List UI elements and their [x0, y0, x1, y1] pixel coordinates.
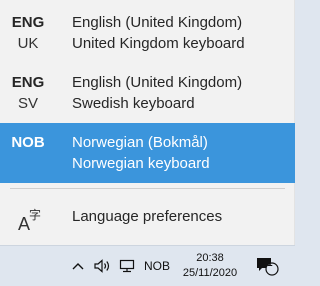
keyboard-code: SV: [17, 95, 38, 112]
language-preferences-link[interactable]: A 字 Language preferences: [0, 192, 295, 242]
taskbar: NOB 20:38 25/11/2020 1: [0, 245, 295, 285]
clock-date: 25/11/2020: [182, 267, 238, 279]
language-code: ENG: [11, 14, 45, 31]
language-name: Norwegian (Bokmål): [72, 134, 208, 151]
language-code: ENG: [11, 74, 45, 91]
action-center-button[interactable]: 1: [252, 246, 282, 286]
show-hidden-icons-chevron-icon[interactable]: [70, 246, 86, 286]
divider: [10, 188, 285, 189]
language-name: English (United Kingdom): [72, 14, 243, 31]
language-name: English (United Kingdom): [72, 74, 243, 91]
svg-text:字: 字: [29, 207, 41, 222]
language-option-nob[interactable]: NOB Norwegian (Bokmål) Norwegian keyboar…: [0, 123, 295, 183]
volume-icon[interactable]: [92, 246, 114, 286]
language-settings-icon: A 字: [18, 207, 41, 234]
keyboard-code: UK: [17, 35, 39, 52]
notification-count: 1: [267, 258, 273, 269]
keyboard-name: Swedish keyboard: [72, 95, 195, 112]
network-icon[interactable]: [117, 246, 139, 286]
clock-time: 20:38: [196, 252, 224, 264]
speaker-icon: [94, 259, 110, 273]
clock[interactable]: 20:38 25/11/2020: [175, 246, 245, 286]
language-option-eng-uk[interactable]: ENG UK English (United Kingdom) United K…: [0, 0, 295, 60]
language-code: NOB: [11, 134, 45, 151]
keyboard-name: Norwegian keyboard: [72, 155, 210, 172]
chevron-up-icon: [72, 263, 84, 270]
keyboard-name: United Kingdom keyboard: [72, 35, 245, 52]
language-flyout: ENG UK English (United Kingdom) United K…: [0, 0, 295, 245]
language-option-eng-sv[interactable]: ENG SV English (United Kingdom) Swedish …: [0, 60, 295, 120]
input-language-indicator[interactable]: NOB: [141, 246, 173, 286]
language-preferences-label: Language preferences: [72, 208, 223, 225]
ethernet-icon: [119, 259, 135, 273]
